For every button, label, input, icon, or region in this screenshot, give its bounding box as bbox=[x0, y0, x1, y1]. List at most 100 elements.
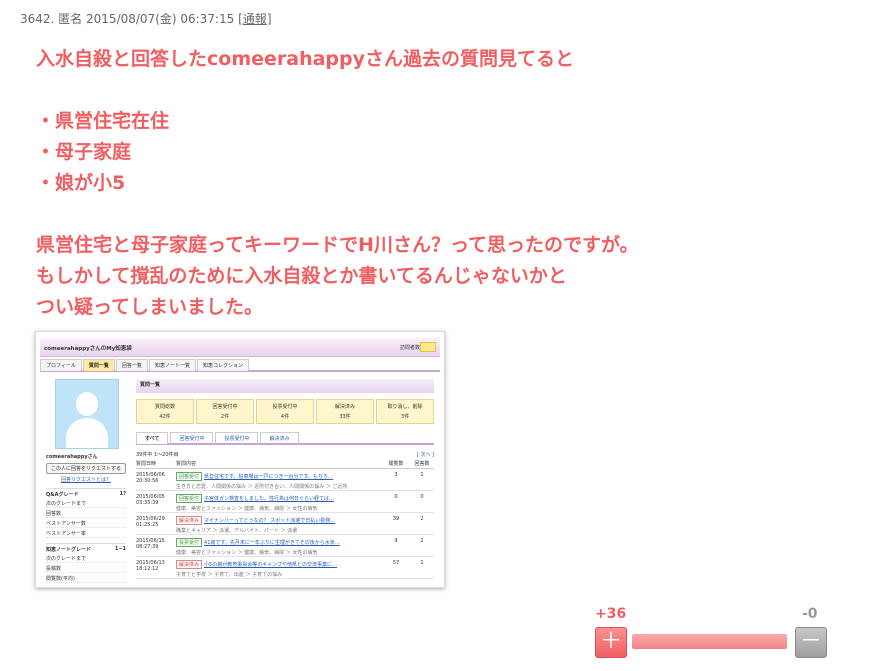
shot-grade-row: 投稿数 bbox=[46, 565, 126, 573]
shot-question-answers: 1 bbox=[420, 560, 424, 566]
shot-question-time: 03:35:39 bbox=[136, 500, 159, 506]
shot-request-link: 回答リクエストとは？ bbox=[60, 477, 111, 483]
minus-icon: － bbox=[799, 629, 822, 654]
shot-stat-label: 質問総数 bbox=[154, 404, 175, 410]
post-line: 入水自殺と回答したcomeerahappyさん過去の質問見てると bbox=[36, 48, 575, 70]
shot-question-title: マイナンバーってどうなの？ スポット派遣で日払い勤務… bbox=[204, 518, 336, 524]
shot-question-time: 01:25:25 bbox=[136, 522, 159, 528]
post-author: 匿名 bbox=[58, 12, 83, 26]
plus-vote-count: +36 bbox=[595, 606, 627, 622]
shot-question-answers: 1 bbox=[420, 472, 424, 478]
embedded-screenshot[interactable]: comeerahappyさんのMy知恵袋 訪問者数 プロフィール 質問一覧 回答一覧… bbox=[35, 331, 445, 588]
shot-question-status: 回答受付 bbox=[176, 472, 203, 481]
shot-question-answers: 2 bbox=[420, 516, 424, 522]
shot-qa-grade-value: 1? bbox=[119, 491, 126, 497]
shot-tab: 知恵ノート一覧 bbox=[148, 359, 196, 371]
shot-note-grade: 知恵ノートグレード 1−1 bbox=[46, 543, 126, 553]
post-line: もしかして撹乱のために入水自殺とか書いてるんじゃないかと bbox=[36, 265, 567, 287]
shot-question-date: 2015/06/29 01:25:25 bbox=[136, 516, 176, 531]
minus-vote-count: -0 bbox=[802, 606, 818, 622]
vote-ratio-bar bbox=[632, 634, 787, 649]
shot-tabs: プロフィール 質問一覧 回答一覧 知恵ノート一覧 知恵コレクション bbox=[40, 359, 440, 372]
shot-question-tab: 投票受付中 bbox=[215, 432, 259, 444]
table-row: 2015/06/15 08:27:39 投票受付 41歳です。先月末に一年ぶりに生理が… bbox=[136, 535, 434, 557]
shot-question-date: 2015/06/15 08:27:39 bbox=[136, 538, 176, 553]
shot-title: comeerahappyさんのMy知恵袋 bbox=[44, 346, 132, 352]
shot-question-category: 子育てと学校 ＞ 子育て、出産 ＞ 子育ての悩み bbox=[176, 572, 283, 578]
shot-note-grade-label: 知恵ノートグレード bbox=[46, 547, 92, 553]
shot-main: 質問一覧 質問総数 42件 回答受付中 2件 投票受付中 4件 解決済み 33件 取り消し、削除… bbox=[136, 379, 434, 579]
table-row: 2015/06/13 18:12:12 解決済み 小5の娘が教育委員会等のキャンプや他… bbox=[136, 557, 434, 579]
shot-col-answers: 回答数 bbox=[414, 461, 430, 467]
shot-question-title: 41歳です。先月末に一年ぶりに生理がきてその後から水状… bbox=[204, 540, 340, 546]
shot-username: comeerahappyさん bbox=[46, 454, 98, 460]
shot-stat-value: 4件 bbox=[280, 414, 290, 420]
shot-range-text: 39件中 1〜20件目 bbox=[136, 452, 179, 458]
shot-stat: 投票受付中 4件 bbox=[256, 399, 314, 424]
shot-stat-value: 2件 bbox=[220, 414, 230, 420]
shot-question-status: 解決済み bbox=[176, 516, 203, 525]
shot-col-views: 閲覧数 bbox=[388, 461, 404, 467]
post-line bbox=[36, 199, 816, 230]
shot-question-category: 職業とキャリア ＞ 派遣、アルバイト、パート ＞ 派遣 bbox=[176, 528, 298, 534]
shot-question-date: 2015/06/06 20:30:56 bbox=[136, 472, 176, 487]
shot-col-content: 質問内容 bbox=[176, 461, 197, 467]
vote-ratio-fill bbox=[632, 634, 787, 649]
shot-stat-value: 3件 bbox=[400, 414, 410, 420]
shot-question-time: 08:27:39 bbox=[136, 544, 159, 550]
shot-question-status: 投票受付 bbox=[176, 538, 203, 547]
shot-tab: 質問一覧 bbox=[82, 359, 115, 371]
shot-question-tab: すべて bbox=[136, 432, 169, 444]
post-header: 3642. 匿名 2015/08/07(金) 06:37:15 [通報] bbox=[20, 10, 272, 27]
shot-grade-row: 次のグレードまで bbox=[46, 500, 126, 508]
table-row: 2015/06/06 20:30:56 回答受付 県営住宅です。駐車場は一戸につき一台… bbox=[136, 469, 434, 491]
shot-question-tab: 回答受付中 bbox=[170, 432, 214, 444]
shot-stat-label: 投票受付中 bbox=[272, 404, 298, 410]
plus-vote-button[interactable]: ＋ bbox=[595, 627, 627, 658]
shot-stat: 質問総数 42件 bbox=[136, 399, 194, 424]
shot-question-category: 生き方と恋愛、人間関係の悩み ＞ 近所付き合い、人間関係の悩み ＞ ご近所 bbox=[176, 484, 348, 490]
shot-question-title: 子宮体ガン検査をしました。性行為は何日ぐらい経てば… bbox=[204, 496, 334, 502]
shot-question-title: 県営住宅です。駐車場は一戸につき一台分です。もちろ… bbox=[204, 474, 334, 480]
post-line: ・母子家庭 bbox=[36, 141, 132, 163]
shot-tab: プロフィール bbox=[40, 359, 82, 371]
post-number: 3642. bbox=[20, 12, 55, 26]
plus-icon: ＋ bbox=[599, 629, 622, 654]
shot-request-button: この人に回答をリクエストする bbox=[46, 463, 126, 474]
shot-stat-value: 42件 bbox=[159, 414, 171, 420]
shot-qa-grade-label: Q&Aグレード bbox=[46, 492, 79, 498]
shot-columns: 質問日時 質問内容 閲覧数 回答数 bbox=[136, 460, 434, 469]
shot-question-views: 0 bbox=[394, 494, 398, 500]
shot-question-views: 3 bbox=[394, 472, 398, 478]
shot-question-date: 2015/06/13 18:12:12 bbox=[136, 560, 176, 575]
shot-sidebar: comeerahappyさん この人に回答をリクエストする 回答リクエストとは？… bbox=[46, 379, 126, 583]
shot-grade-row: ベストアンサー数 bbox=[46, 520, 126, 528]
shot-stat-label: 解決済み bbox=[334, 404, 355, 410]
shot-next-link: [ 次へ ] bbox=[416, 452, 434, 458]
shot-question-time: 18:12:12 bbox=[136, 566, 159, 572]
shot-stat: 回答受付中 2件 bbox=[196, 399, 254, 424]
shot-question-date: 2015/06/05 03:35:39 bbox=[136, 494, 176, 509]
shot-stats: 質問総数 42件 回答受付中 2件 投票受付中 4件 解決済み 33件 取り消し、削除 3件 bbox=[136, 399, 434, 424]
post-line: つい疑ってしまいました。 bbox=[36, 296, 264, 318]
minus-vote-button[interactable]: － bbox=[795, 627, 827, 658]
shot-stat-value: 33件 bbox=[339, 414, 351, 420]
shot-stat-label: 回答受付中 bbox=[212, 404, 238, 410]
report-link[interactable]: 通報 bbox=[243, 12, 267, 26]
shot-tab: 知恵コレクション bbox=[196, 359, 249, 371]
shot-question-time: 20:30:56 bbox=[136, 478, 159, 484]
post-line: 県営住宅と母子家庭ってキーワードでH川さん？って思ったのですが。 bbox=[36, 234, 639, 256]
shot-question-status: 回答受付 bbox=[176, 494, 203, 503]
shot-qa-rows: 次のグレードまで 回答数 ベストアンサー数 ベストアンサー率 bbox=[46, 500, 126, 538]
shot-question-category: 健康、美容とファッション ＞ 健康、病気、病院 ＞ 女性の病気 bbox=[176, 550, 318, 556]
shot-question-views: 39 bbox=[392, 516, 400, 522]
shot-title-bar: comeerahappyさんのMy知恵袋 訪問者数 bbox=[40, 338, 440, 357]
shot-question-views: 57 bbox=[392, 560, 400, 566]
shot-question-status: 解決済み bbox=[176, 560, 203, 569]
shot-stat-label: 取り消し、削除 bbox=[387, 404, 423, 410]
shot-question-content: 回答受付 県営住宅です。駐車場は一戸につき一台分です。もちろ… 生き方と恋愛、人間関… bbox=[176, 472, 382, 490]
shot-stat: 解決済み 33件 bbox=[316, 399, 374, 424]
table-row: 2015/06/29 01:25:25 解決済み マイナンバーってどうなの？ スポット… bbox=[136, 513, 434, 535]
shot-question-title: 小5の娘が教育委員会等のキャンプや他県との交流事業に… bbox=[204, 562, 337, 568]
shot-question-content: 回答受付 子宮体ガン検査をしました。性行為は何日ぐらい経てば… 健康、美容とファッシ… bbox=[176, 494, 382, 512]
